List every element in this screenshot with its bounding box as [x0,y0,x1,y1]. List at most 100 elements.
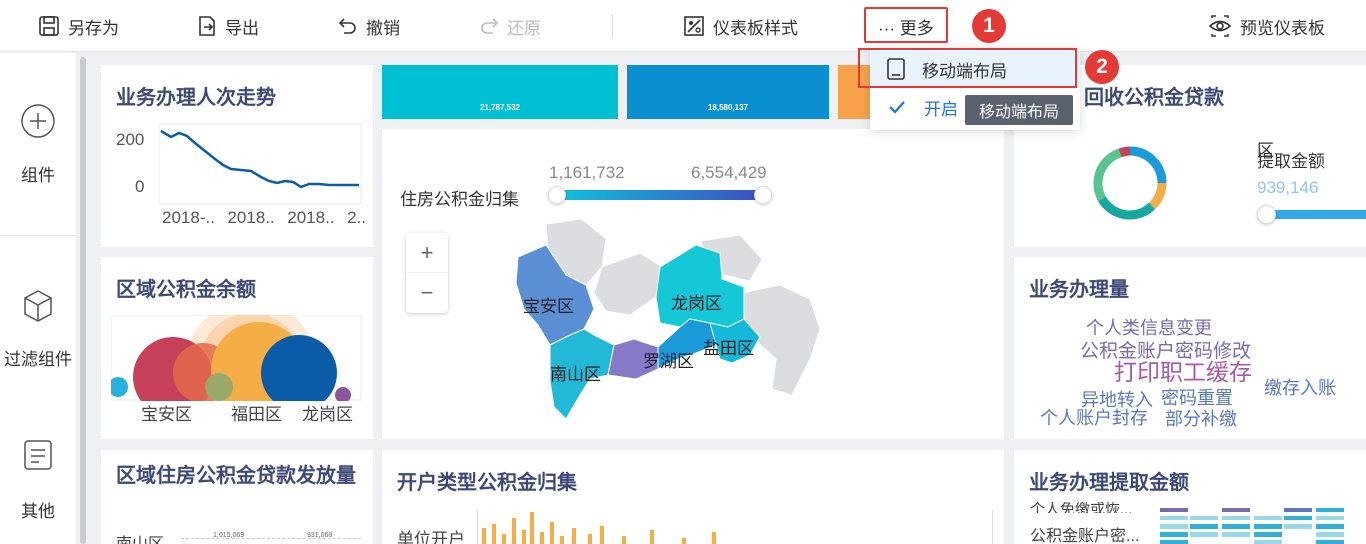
card-title: 区域公积金余额 [116,279,256,301]
save-icon [39,16,59,36]
range-slider-track[interactable] [554,190,764,200]
district-map [515,219,821,420]
card-map[interactable]: 住房公积金归集 1,161,732 6,554,429 + − 宝安区 龙岗区 … [382,129,1004,439]
more-button-highlight [864,7,948,43]
account-type-bars [482,512,716,544]
map-legend-title: 住房公积金归集 [400,190,519,209]
card-title: 业务办理人次走势 [116,87,276,109]
sidebar-item-label: 过滤组件 [4,350,72,369]
check-icon [889,101,905,114]
redo-button[interactable]: 还原 [479,0,541,52]
card-title: 开户类型公积金归集 [397,472,577,494]
value-slider-track[interactable] [1266,210,1366,219]
zoom-in-button[interactable]: + [406,233,448,273]
kpi-tile-2[interactable]: 18,580,137 [627,65,829,119]
value-slider-handle[interactable] [1257,205,1276,224]
redo-label: 还原 [507,18,541,38]
card-loan-release[interactable]: 区域住房公积金贷款发放量 南山区 1,015,069 931,068 [101,450,373,544]
district-label: 罗湖区 [643,352,694,371]
axis-line [992,510,993,544]
toolbar: 另存为 导出 撤销 还原 仪表板样式 ··· 更多 预览仪表板 [0,0,1366,52]
sidebar-item-components[interactable]: 组件 [0,103,76,186]
toolbar-divider [612,14,613,38]
row-label: 公积金账户密... [1030,528,1140,544]
row-label: 南山区 [116,530,164,544]
x-tick: 2018-.. [162,208,215,227]
word-cloud-item: 缴存入账 [1264,378,1336,398]
sidebar-divider [0,235,76,236]
y-tick: 0 [135,177,145,196]
undo-icon [338,18,356,34]
card-title: 区域住房公积金贷款发放量 [116,465,356,487]
x-tick: 2.. [347,208,366,227]
bubble-label: 宝安区 [141,405,192,424]
save-as-button[interactable]: 另存为 [38,0,119,52]
card-title: 回收公积金贷款 [1084,87,1224,109]
sidebar-item-label: 组件 [21,166,55,185]
sidebar-scrollbar-thumb[interactable] [80,57,86,544]
bubble-label: 福田区 [231,405,282,424]
zoom-out-button[interactable]: − [406,273,448,313]
district-label: 南山区 [550,365,601,384]
menu-item-label: 开启 [924,99,958,119]
map-zoom-control: + − [406,233,448,313]
row-label: 单位开户 [397,530,465,544]
range-slider-max-handle[interactable] [754,186,772,204]
trend-line-chart [159,123,362,205]
sidebar-item-filter-components[interactable]: 过滤组件 [0,289,76,370]
word-cloud-item: 部分补缴 [1165,409,1237,429]
word-cloud-item: 个人账户封存 [1040,408,1148,428]
card-region-balance[interactable]: 区域公积金余额 宝安区 福田区 龙岗区 [101,257,373,439]
palette-icon [684,16,704,36]
slider-value: 939,146 [1257,178,1319,197]
sidebar-item-other[interactable]: 其他 [0,439,76,522]
card-withdraw-amount[interactable]: 业务办理提取金额 个人免缴或恢... 公积金账户密... [1014,450,1366,544]
card-trend[interactable]: 业务办理人次走势 200 0 2018-.. 2018.. 2018.. 2.. [101,65,373,247]
axis-line [477,510,478,544]
x-tick: 2018.. [287,208,335,227]
export-icon [199,16,215,36]
step-badge-1: 1 [972,9,1006,43]
donut-chart [1093,146,1167,220]
kpi-tile-1[interactable]: 21,787,532 [382,65,618,119]
card-business-volume[interactable]: 业务办理量 个人类信息变更 公积金账户密码修改 打印职工缓存 缴存入账 异地转入… [1014,257,1366,439]
range-min: 1,161,732 [549,163,625,182]
range-max: 6,554,429 [691,163,767,182]
district-label: 龙岗区 [671,294,722,313]
mobile-layout-highlight [858,48,1077,88]
bubble-label: 龙岗区 [302,405,353,424]
word-cloud-item: 打印职工缓存 [1114,359,1252,385]
dashboard-style-label: 仪表板样式 [713,18,798,38]
export-button[interactable]: 导出 [197,0,259,52]
eye-icon [1208,15,1232,37]
heatmap-chart [1160,508,1344,544]
grid-line [181,538,361,539]
preview-label: 预览仪表板 [1240,18,1325,38]
save-as-label: 另存为 [68,18,119,38]
plus-circle-icon [21,104,55,138]
district-label: 盐田区 [703,339,754,358]
cube-icon [24,290,52,322]
undo-button[interactable]: 撤销 [338,0,400,52]
card-account-type[interactable]: 开户类型公积金归集 单位开户 [382,450,1004,544]
undo-label: 撤销 [366,18,400,38]
left-sidebar: 组件 过滤组件 其他 [0,53,76,544]
redo-icon [481,18,499,34]
step-badge-2: 2 [1085,50,1119,84]
preview-dashboard-button[interactable]: 预览仪表板 [1208,0,1325,52]
card-title: 业务办理量 [1029,279,1129,301]
card-title: 业务办理提取金额 [1029,472,1189,494]
x-tick: 2018.. [227,208,275,227]
kpi-value: 21,787,532 [479,103,521,112]
bubble-chart [111,315,362,401]
row-label: 个人免缴或恢... [1030,502,1133,513]
mobile-layout-tooltip: 移动端布局 [965,95,1073,125]
export-label: 导出 [225,18,259,38]
dashboard-style-button[interactable]: 仪表板样式 [683,0,798,52]
x-axis-labels: 2018-.. 2018.. 2018.. 2.. [162,208,366,228]
kpi-value: 18,580,137 [707,103,749,112]
sidebar-item-label: 其他 [21,502,55,521]
range-slider-min-handle[interactable] [548,186,566,204]
note-icon [24,440,52,470]
district-label: 宝安区 [523,297,574,316]
